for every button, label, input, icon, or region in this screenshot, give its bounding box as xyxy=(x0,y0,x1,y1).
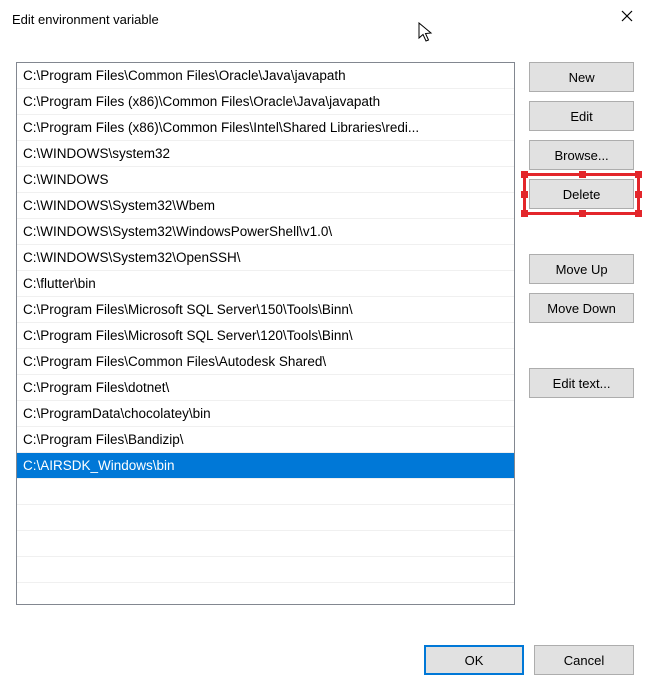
close-icon xyxy=(621,10,633,22)
dialog-body: C:\Program Files\Common Files\Oracle\Jav… xyxy=(0,38,650,605)
path-list-empty-row xyxy=(17,479,514,505)
path-list-item[interactable]: C:\flutter\bin xyxy=(17,271,514,297)
path-list-item[interactable]: C:\Program Files\Microsoft SQL Server\15… xyxy=(17,297,514,323)
move-down-button[interactable]: Move Down xyxy=(529,293,634,323)
path-list-item[interactable]: C:\Program Files (x86)\Common Files\Orac… xyxy=(17,89,514,115)
window-title: Edit environment variable xyxy=(12,12,159,27)
move-up-button[interactable]: Move Up xyxy=(529,254,634,284)
path-list-item[interactable]: C:\Program Files\Microsoft SQL Server\12… xyxy=(17,323,514,349)
ok-button[interactable]: OK xyxy=(424,645,524,675)
edit-button[interactable]: Edit xyxy=(529,101,634,131)
path-listbox[interactable]: C:\Program Files\Common Files\Oracle\Jav… xyxy=(16,62,515,605)
path-list-item[interactable]: C:\Program Files\dotnet\ xyxy=(17,375,514,401)
new-button[interactable]: New xyxy=(529,62,634,92)
cancel-button[interactable]: Cancel xyxy=(534,645,634,675)
path-list-empty-row xyxy=(17,505,514,531)
path-list-empty-row xyxy=(17,531,514,557)
path-list-item[interactable]: C:\AIRSDK_Windows\bin xyxy=(17,453,514,479)
titlebar: Edit environment variable xyxy=(0,0,650,38)
path-list-item[interactable]: C:\WINDOWS\system32 xyxy=(17,141,514,167)
edit-text-button[interactable]: Edit text... xyxy=(529,368,634,398)
path-list-item[interactable]: C:\ProgramData\chocolatey\bin xyxy=(17,401,514,427)
path-list-item[interactable]: C:\WINDOWS\System32\Wbem xyxy=(17,193,514,219)
path-list-item[interactable]: C:\Program Files\Bandizip\ xyxy=(17,427,514,453)
path-list-item[interactable]: C:\WINDOWS xyxy=(17,167,514,193)
path-list-empty-row xyxy=(17,557,514,583)
browse-button[interactable]: Browse... xyxy=(529,140,634,170)
close-button[interactable] xyxy=(604,0,650,32)
path-list-item[interactable]: C:\WINDOWS\System32\WindowsPowerShell\v1… xyxy=(17,219,514,245)
dialog-footer: OK Cancel xyxy=(424,645,634,675)
delete-button[interactable]: Delete xyxy=(529,179,634,209)
path-list-item[interactable]: C:\Program Files\Common Files\Oracle\Jav… xyxy=(17,63,514,89)
path-list-item[interactable]: C:\WINDOWS\System32\OpenSSH\ xyxy=(17,245,514,271)
path-list-item[interactable]: C:\Program Files\Common Files\Autodesk S… xyxy=(17,349,514,375)
path-list-item[interactable]: C:\Program Files (x86)\Common Files\Inte… xyxy=(17,115,514,141)
button-sidebar: New Edit Browse... Delete Move Up Move D… xyxy=(529,62,634,605)
